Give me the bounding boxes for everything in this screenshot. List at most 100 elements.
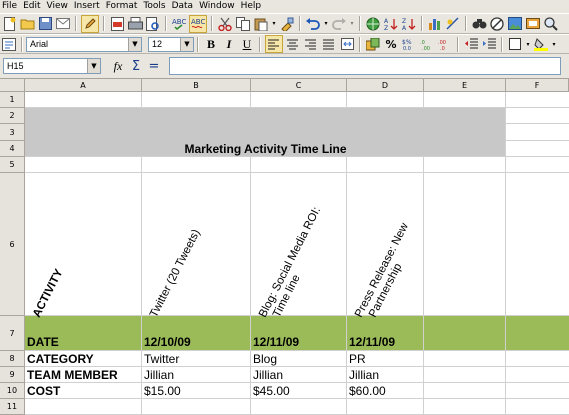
send-mail-icon[interactable] bbox=[55, 16, 71, 32]
sheet-title[interactable]: Marketing Activity Time Line bbox=[25, 141, 506, 157]
zoom-icon[interactable] bbox=[543, 16, 559, 32]
chevron-down-icon[interactable]: ▼ bbox=[180, 37, 193, 51]
equals-icon[interactable]: = bbox=[146, 58, 162, 74]
team-member-cell-b[interactable]: Jillian bbox=[144, 368, 174, 382]
column-header-b[interactable]: B bbox=[142, 79, 251, 92]
date-cell-b[interactable]: 12/10/09 bbox=[144, 335, 191, 349]
row-header-5[interactable]: 5 bbox=[0, 157, 25, 173]
delete-decimal-icon[interactable]: .00.0 bbox=[437, 36, 453, 52]
sort-ascending-icon[interactable]: AZ bbox=[383, 16, 399, 32]
redo-dropdown-icon[interactable]: ▾ bbox=[349, 16, 355, 32]
draw-functions-icon[interactable] bbox=[445, 16, 461, 32]
justify-icon[interactable] bbox=[321, 36, 337, 52]
chevron-down-icon[interactable]: ▼ bbox=[128, 37, 141, 51]
team-member-cell-c[interactable]: Jillian bbox=[253, 368, 283, 382]
column-header-a[interactable]: A bbox=[25, 79, 142, 92]
new-document-icon[interactable] bbox=[1, 16, 17, 32]
open-folder-icon[interactable] bbox=[19, 16, 35, 32]
percent-format-icon[interactable]: % bbox=[383, 36, 399, 52]
add-decimal-icon[interactable]: .0.00 bbox=[419, 36, 435, 52]
merge-cells-icon[interactable] bbox=[339, 36, 355, 52]
row-header-11[interactable]: 11 bbox=[0, 399, 25, 415]
row-header-8[interactable]: 8 bbox=[0, 351, 25, 367]
name-box[interactable]: H15 ▼ bbox=[3, 58, 101, 74]
activity-header[interactable]: ACTIVITY bbox=[31, 267, 66, 320]
column-header-c[interactable]: C bbox=[251, 79, 347, 92]
cost-cell-c[interactable]: $45.00 bbox=[253, 384, 290, 398]
date-label[interactable]: DATE bbox=[27, 335, 59, 349]
currency-format-icon[interactable] bbox=[365, 36, 381, 52]
find-replace-icon[interactable] bbox=[471, 16, 487, 32]
print-preview-icon[interactable] bbox=[145, 16, 161, 32]
edit-file-icon[interactable] bbox=[81, 14, 99, 33]
redo-icon[interactable] bbox=[331, 16, 347, 32]
team-member-cell-d[interactable]: Jillian bbox=[349, 368, 379, 382]
data-sources-icon[interactable] bbox=[525, 16, 541, 32]
category-cell-d[interactable]: PR bbox=[349, 352, 366, 366]
italic-button[interactable]: I bbox=[221, 36, 237, 52]
copy-icon[interactable] bbox=[235, 16, 251, 32]
background-dropdown-icon[interactable]: ▾ bbox=[551, 36, 557, 52]
row-header-1[interactable]: 1 bbox=[0, 92, 25, 108]
category-cell-b[interactable]: Twitter bbox=[144, 352, 179, 366]
borders-dropdown-icon[interactable]: ▾ bbox=[525, 36, 531, 52]
spellcheck-icon[interactable]: ABC bbox=[171, 16, 187, 32]
column-header-f[interactable]: F bbox=[506, 79, 569, 92]
standard-format-icon[interactable]: $% 0.0 bbox=[401, 36, 417, 52]
team-member-label[interactable]: TEAM MEMBER bbox=[27, 368, 118, 382]
function-wizard-icon[interactable]: fx bbox=[110, 58, 126, 74]
menu-insert[interactable]: Insert bbox=[72, 0, 104, 13]
cost-label[interactable]: COST bbox=[27, 384, 60, 398]
paste-dropdown-icon[interactable]: ▾ bbox=[271, 16, 277, 32]
align-right-icon[interactable] bbox=[303, 36, 319, 52]
decrease-indent-icon[interactable] bbox=[463, 36, 479, 52]
save-icon[interactable] bbox=[37, 16, 53, 32]
row-header-9[interactable]: 9 bbox=[0, 367, 25, 383]
category-label[interactable]: CATEGORY bbox=[27, 352, 94, 366]
increase-indent-icon[interactable] bbox=[481, 36, 497, 52]
select-all-corner[interactable] bbox=[0, 79, 25, 92]
column-header-d[interactable]: D bbox=[347, 79, 424, 92]
autospellcheck-icon[interactable]: ABC bbox=[189, 14, 207, 33]
cut-icon[interactable] bbox=[217, 16, 233, 32]
menu-tools[interactable]: Tools bbox=[141, 0, 169, 13]
date-cell-d[interactable]: 12/11/09 bbox=[349, 335, 395, 349]
cost-cell-b[interactable]: $15.00 bbox=[144, 384, 181, 398]
font-name-combo[interactable]: Arial ▼ bbox=[26, 36, 142, 52]
row-header-4[interactable]: 4 bbox=[0, 141, 25, 157]
sum-icon[interactable]: Σ bbox=[128, 58, 144, 74]
chevron-down-icon[interactable]: ▼ bbox=[87, 59, 100, 73]
row-header-3[interactable]: 3 bbox=[0, 124, 25, 141]
menu-view[interactable]: View bbox=[45, 0, 72, 13]
menu-data[interactable]: Data bbox=[170, 0, 198, 13]
bold-button[interactable]: B bbox=[203, 36, 219, 52]
sort-descending-icon[interactable]: ZA bbox=[401, 16, 417, 32]
menu-edit[interactable]: Edit bbox=[21, 0, 44, 13]
export-pdf-icon[interactable] bbox=[109, 16, 125, 32]
menu-window[interactable]: Window bbox=[197, 0, 239, 13]
font-size-combo[interactable]: 12 ▼ bbox=[148, 36, 194, 52]
cost-cell-d[interactable]: $60.00 bbox=[349, 384, 386, 398]
row-header-2[interactable]: 2 bbox=[0, 108, 25, 124]
chart-icon[interactable] bbox=[427, 16, 443, 32]
align-left-icon[interactable] bbox=[265, 35, 283, 53]
styles-formatting-icon[interactable] bbox=[1, 36, 17, 52]
gallery-icon[interactable] bbox=[507, 16, 523, 32]
date-cell-c[interactable]: 12/11/09 bbox=[253, 335, 299, 349]
menu-format[interactable]: Format bbox=[104, 0, 142, 13]
category-cell-c[interactable]: Blog bbox=[253, 352, 277, 366]
underline-button[interactable]: U bbox=[239, 36, 255, 52]
formula-input[interactable] bbox=[169, 57, 561, 75]
menu-file[interactable]: File bbox=[0, 0, 21, 13]
borders-icon[interactable] bbox=[507, 36, 523, 52]
hyperlink-icon[interactable] bbox=[365, 16, 381, 32]
undo-dropdown-icon[interactable]: ▾ bbox=[323, 16, 329, 32]
row-header-10[interactable]: 10 bbox=[0, 383, 25, 399]
navigator-icon[interactable] bbox=[489, 16, 505, 32]
align-center-icon[interactable] bbox=[285, 36, 301, 52]
menu-help[interactable]: Help bbox=[239, 0, 266, 13]
column-header-e[interactable]: E bbox=[424, 79, 506, 92]
twitter-header[interactable]: Twitter (20 Tweets) bbox=[148, 228, 204, 320]
row-header-7[interactable]: 7 bbox=[0, 316, 25, 351]
clone-formatting-icon[interactable] bbox=[279, 16, 295, 32]
